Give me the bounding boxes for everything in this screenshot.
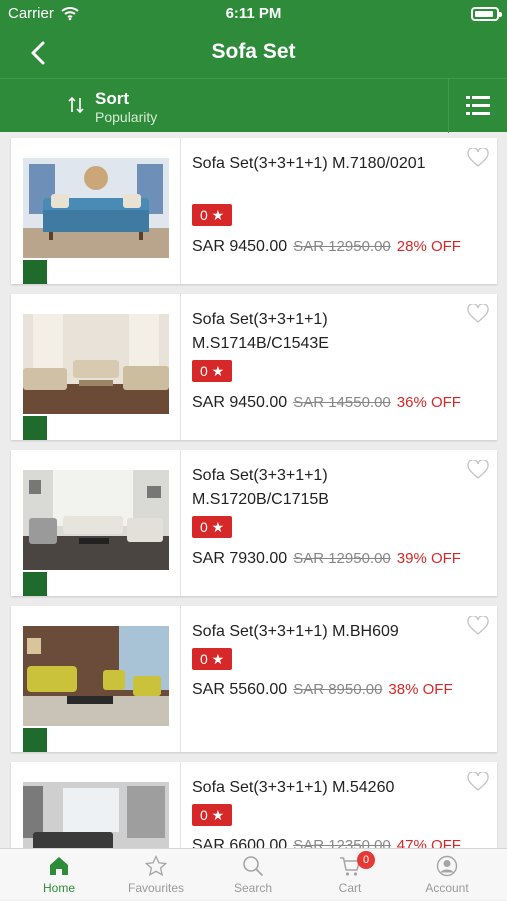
- tab-label: Account: [398, 881, 496, 895]
- discount-label: 28% OFF: [397, 238, 461, 255]
- price-row: SAR 9450.00 SAR 14550.00 36% OFF: [192, 394, 461, 412]
- brand-logo: [23, 572, 47, 596]
- product-thumbnail[interactable]: [11, 450, 181, 596]
- tab-favourites[interactable]: Favourites: [107, 849, 205, 901]
- product-name[interactable]: Sofa Set(3+3+1+1) M.BH609: [192, 620, 462, 644]
- sort-value: Popularity: [95, 109, 157, 125]
- heart-icon[interactable]: [467, 616, 489, 636]
- discount-label: 38% OFF: [388, 681, 452, 698]
- product-card[interactable]: Sofa Set(3+3+1+1) M.BH609 0 ★ SAR 5560.0…: [11, 606, 497, 752]
- price-row: SAR 6600.00 SAR 12350.00 47% OFF: [192, 837, 461, 848]
- current-price: SAR 6600.00: [192, 837, 287, 848]
- product-info: Sofa Set(3+3+1+1) M.7180/0201 0 ★ SAR 94…: [192, 138, 482, 284]
- tab-label: Home: [10, 881, 108, 895]
- price-row: SAR 9450.00 SAR 12950.00 28% OFF: [192, 238, 461, 256]
- product-image: [23, 158, 169, 258]
- product-info: Sofa Set(3+3+1+1) M.S1714B/C1543E 0 ★ SA…: [192, 294, 482, 440]
- search-icon: [242, 855, 264, 877]
- battery-icon: [471, 7, 499, 21]
- product-image: [23, 626, 169, 726]
- original-price: SAR 8950.00: [293, 681, 382, 698]
- nav-bar: Sofa Set: [0, 28, 507, 78]
- tab-label: Search: [204, 881, 302, 895]
- product-card[interactable]: Sofa Set(3+3+1+1) M.S1720B/C1715B 0 ★ SA…: [11, 450, 497, 596]
- heart-icon[interactable]: [467, 772, 489, 792]
- heart-icon[interactable]: [467, 460, 489, 480]
- discount-label: 47% OFF: [397, 837, 461, 848]
- current-price: SAR 9450.00: [192, 238, 287, 255]
- current-price: SAR 5560.00: [192, 681, 287, 698]
- product-thumbnail[interactable]: [11, 606, 181, 752]
- product-name[interactable]: Sofa Set(3+3+1+1) M.54260: [192, 776, 462, 800]
- discount-label: 39% OFF: [397, 550, 461, 567]
- page-title: Sofa Set: [0, 40, 507, 64]
- tab-account[interactable]: Account: [398, 849, 496, 901]
- tab-home[interactable]: Home: [10, 849, 108, 901]
- product-card[interactable]: Sofa Set(3+3+1+1) M.S1714B/C1543E 0 ★ SA…: [11, 294, 497, 440]
- heart-icon[interactable]: [467, 148, 489, 168]
- rating-badge: 0 ★: [192, 648, 232, 670]
- rating-badge: 0 ★: [192, 204, 232, 226]
- status-bar: Carrier 6:11 PM: [0, 0, 507, 28]
- price-row: SAR 7930.00 SAR 12950.00 39% OFF: [192, 550, 461, 568]
- price-row: SAR 5560.00 SAR 8950.00 38% OFF: [192, 681, 453, 699]
- status-time: 6:11 PM: [0, 5, 507, 22]
- product-name[interactable]: Sofa Set(3+3+1+1) M.7180/0201: [192, 152, 462, 176]
- sort-arrows-icon: [68, 95, 84, 115]
- product-thumbnail[interactable]: [11, 138, 181, 284]
- cart-count-badge: 0: [357, 851, 375, 869]
- product-name[interactable]: Sofa Set(3+3+1+1) M.S1720B/C1715B: [192, 464, 462, 512]
- star-icon: [145, 855, 167, 877]
- tab-search[interactable]: Search: [204, 849, 302, 901]
- brand-logo: [23, 260, 47, 284]
- heart-icon[interactable]: [467, 304, 489, 324]
- original-price: SAR 12950.00: [293, 550, 391, 567]
- product-card[interactable]: Sofa Set(3+3+1+1) M.7180/0201 0 ★ SAR 94…: [11, 138, 497, 284]
- product-card[interactable]: Sofa Set(3+3+1+1) M.54260 0 ★ SAR 6600.0…: [11, 762, 497, 848]
- original-price: SAR 12350.00: [293, 837, 391, 848]
- tab-label: Cart: [301, 881, 399, 895]
- product-thumbnail[interactable]: [11, 294, 181, 440]
- brand-logo: [23, 728, 47, 752]
- product-info: Sofa Set(3+3+1+1) M.S1720B/C1715B 0 ★ SA…: [192, 450, 482, 596]
- brand-logo: [23, 416, 47, 440]
- account-icon: [436, 855, 458, 877]
- list-view-icon: [449, 79, 507, 133]
- tab-cart[interactable]: 0 Cart: [301, 849, 399, 901]
- tab-label: Favourites: [107, 881, 205, 895]
- product-image: [23, 314, 169, 414]
- product-info: Sofa Set(3+3+1+1) M.BH609 0 ★ SAR 5560.0…: [192, 606, 482, 752]
- original-price: SAR 14550.00: [293, 394, 391, 411]
- original-price: SAR 12950.00: [293, 238, 391, 255]
- discount-label: 36% OFF: [397, 394, 461, 411]
- current-price: SAR 9450.00: [192, 394, 287, 411]
- rating-badge: 0 ★: [192, 360, 232, 382]
- product-info: Sofa Set(3+3+1+1) M.54260 0 ★ SAR 6600.0…: [192, 762, 482, 848]
- product-image: [23, 782, 169, 848]
- sort-button[interactable]: Sort Popularity: [60, 79, 260, 133]
- tab-bar: Home Favourites Search 0 Cart Account: [0, 848, 507, 900]
- sort-bar: Sort Popularity: [0, 78, 507, 132]
- current-price: SAR 7930.00: [192, 550, 287, 567]
- list-view-button[interactable]: [449, 79, 507, 133]
- product-list[interactable]: Sofa Set(3+3+1+1) M.7180/0201 0 ★ SAR 94…: [0, 132, 507, 848]
- rating-badge: 0 ★: [192, 804, 232, 826]
- product-name[interactable]: Sofa Set(3+3+1+1) M.S1714B/C1543E: [192, 308, 462, 356]
- sort-label: Sort: [95, 89, 129, 109]
- product-image: [23, 470, 169, 570]
- home-icon: [48, 855, 70, 877]
- product-thumbnail[interactable]: [11, 762, 181, 848]
- rating-badge: 0 ★: [192, 516, 232, 538]
